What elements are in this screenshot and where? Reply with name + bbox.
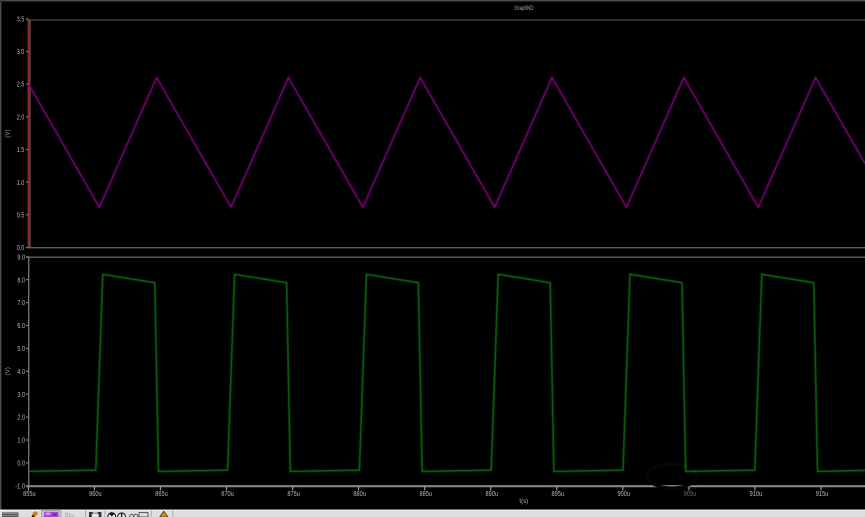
svg-text:880u: 880u xyxy=(353,491,366,498)
svg-text:t(s): t(s) xyxy=(519,498,528,505)
svg-text:-1.0: -1.0 xyxy=(15,483,25,490)
svg-text:1.5: 1.5 xyxy=(17,147,25,154)
svg-text:885u: 885u xyxy=(419,491,432,498)
svg-text:5.0: 5.0 xyxy=(17,346,25,353)
svg-text:7.0: 7.0 xyxy=(17,300,25,307)
svg-text:0.0: 0.0 xyxy=(17,245,25,252)
svg-text:(V): (V) xyxy=(5,367,12,375)
svg-text:6.0: 6.0 xyxy=(17,323,25,330)
svg-text:4.0: 4.0 xyxy=(17,369,25,376)
svg-text:910u: 910u xyxy=(750,491,763,498)
svg-text:(V): (V) xyxy=(5,129,12,137)
svg-text:2.5: 2.5 xyxy=(17,82,25,89)
svg-text:1.0: 1.0 xyxy=(17,180,25,187)
svg-text:870u: 870u xyxy=(221,491,234,498)
svg-text:900u: 900u xyxy=(618,491,631,498)
svg-text:890u: 890u xyxy=(485,491,498,498)
svg-text:Scy.: Scy. xyxy=(65,513,75,517)
svg-text:875u: 875u xyxy=(287,491,300,498)
svg-text:8.0: 8.0 xyxy=(17,277,25,284)
svg-text:860u: 860u xyxy=(89,491,102,498)
svg-text:895u: 895u xyxy=(552,491,565,498)
svg-text:855u: 855u xyxy=(23,491,36,498)
svg-text:0.0: 0.0 xyxy=(17,461,25,468)
svg-text:865u: 865u xyxy=(155,491,168,498)
svg-text:1.0: 1.0 xyxy=(17,438,25,445)
svg-text:3.0: 3.0 xyxy=(17,49,25,56)
svg-text:GraphND: GraphND xyxy=(515,5,534,12)
svg-text:915u: 915u xyxy=(816,491,829,498)
svg-text:2.0: 2.0 xyxy=(17,114,25,121)
svg-text:0.5: 0.5 xyxy=(17,212,25,219)
svg-text:3.0: 3.0 xyxy=(17,392,25,399)
svg-text:905u: 905u xyxy=(684,491,697,498)
svg-text:9.0: 9.0 xyxy=(17,254,25,261)
svg-text:2.0: 2.0 xyxy=(17,415,25,422)
svg-text:3.5: 3.5 xyxy=(17,16,25,23)
